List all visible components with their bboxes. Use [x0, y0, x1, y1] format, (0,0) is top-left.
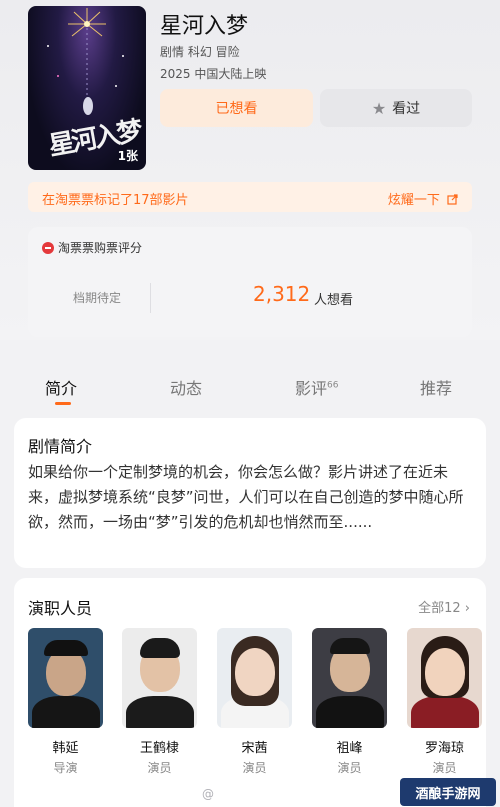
hair-icon [140, 638, 180, 658]
tab-intro-label: 简介 [45, 379, 78, 398]
cast-photo[interactable] [28, 628, 103, 728]
cast-title: 演职人员 [28, 599, 93, 618]
tab-dynamics-label: 动态 [170, 379, 203, 398]
marked-movies-bar[interactable]: 在淘票票标记了17部影片 炫耀一下 [28, 182, 472, 212]
cast-role: 演员 [147, 761, 172, 775]
want-suffix: 人想看 [314, 293, 354, 308]
star-icon: ★ [371, 98, 387, 118]
movie-release: 2025 中国大陆上映 [160, 67, 267, 81]
movie-genres: 剧情 科幻 冒险 [160, 45, 240, 59]
cast-photo[interactable] [217, 628, 292, 728]
ticket-rating-box: 淘票票购票评分 档期待定 2,312 人想看 [28, 227, 472, 337]
taopiaopiao-logo-icon [42, 241, 54, 254]
want-to-see-button[interactable]: 已想看 [160, 89, 313, 127]
cast-name: 祖峰 [336, 741, 363, 756]
show-off-label: 炫耀一下 [387, 193, 440, 208]
rating-status: 档期待定 [73, 291, 122, 305]
seen-label: 看过 [392, 101, 421, 117]
rating-divider [150, 283, 151, 313]
cast-photo[interactable] [407, 628, 482, 728]
synopsis-text[interactable]: 如果给你一个定制梦境的机会，你会怎么做？影片讲述了在近未来，虚拟梦境系统“良梦”… [28, 460, 474, 535]
tab-recommend[interactable]: 推荐 [420, 375, 452, 399]
show-off-link[interactable]: 炫耀一下 [388, 189, 458, 208]
cast-role: 演员 [242, 761, 267, 775]
tab-active-indicator [55, 402, 71, 405]
tab-reviews-badge: 66 [327, 380, 339, 391]
rating-header-label: 淘票票购票评分 [58, 241, 143, 255]
cast-name: 罗海琼 [424, 741, 464, 756]
chevron-right-icon: › [464, 601, 470, 616]
tab-dynamics[interactable]: 动态 [170, 375, 202, 399]
tab-intro[interactable]: 简介 [45, 375, 77, 399]
cast-photo-body [410, 696, 479, 728]
tab-recommend-label: 推荐 [420, 379, 453, 398]
cast-photo-body [315, 696, 384, 728]
cast-role: 演员 [432, 761, 457, 775]
cast-all-link[interactable]: 全部12 › [418, 597, 470, 616]
cast-photo-body [31, 696, 100, 728]
cap-icon [44, 640, 88, 656]
cast-name: 韩延 [52, 741, 79, 756]
cast-photo-head [424, 648, 465, 696]
marked-movies-text: 在淘票票标记了17部影片 [42, 193, 189, 208]
cast-photo[interactable] [312, 628, 387, 728]
cast-all-label: 全部12 [418, 601, 461, 616]
cast-name: 王鹤棣 [139, 741, 179, 756]
tab-reviews-label: 影评 [295, 379, 328, 398]
movie-title: 星河入梦 [160, 14, 249, 39]
hair-icon [330, 638, 370, 654]
cast-role: 演员 [337, 761, 362, 775]
cast-photo-head [234, 648, 275, 696]
want-count: 2,312 [253, 282, 311, 306]
want-label: 已想看 [215, 101, 258, 117]
site-logo: 酒酿手游网 [400, 778, 496, 806]
rating-header: 淘票票购票评分 [42, 239, 142, 256]
cast-photo-body [125, 696, 194, 728]
share-icon [447, 194, 458, 205]
seen-button[interactable]: ★ 看过 [320, 89, 472, 127]
synopsis-title: 剧情简介 [28, 437, 93, 456]
tab-reviews[interactable]: 影评66 [295, 375, 338, 399]
watermark: @ [202, 787, 214, 801]
cast-name: 宋茜 [241, 741, 268, 756]
cast-role: 导演 [53, 761, 78, 775]
poster-count: 1张 [117, 149, 138, 163]
cast-photo[interactable] [122, 628, 197, 728]
movie-poster[interactable]: 星河入梦 1张 [28, 6, 146, 170]
